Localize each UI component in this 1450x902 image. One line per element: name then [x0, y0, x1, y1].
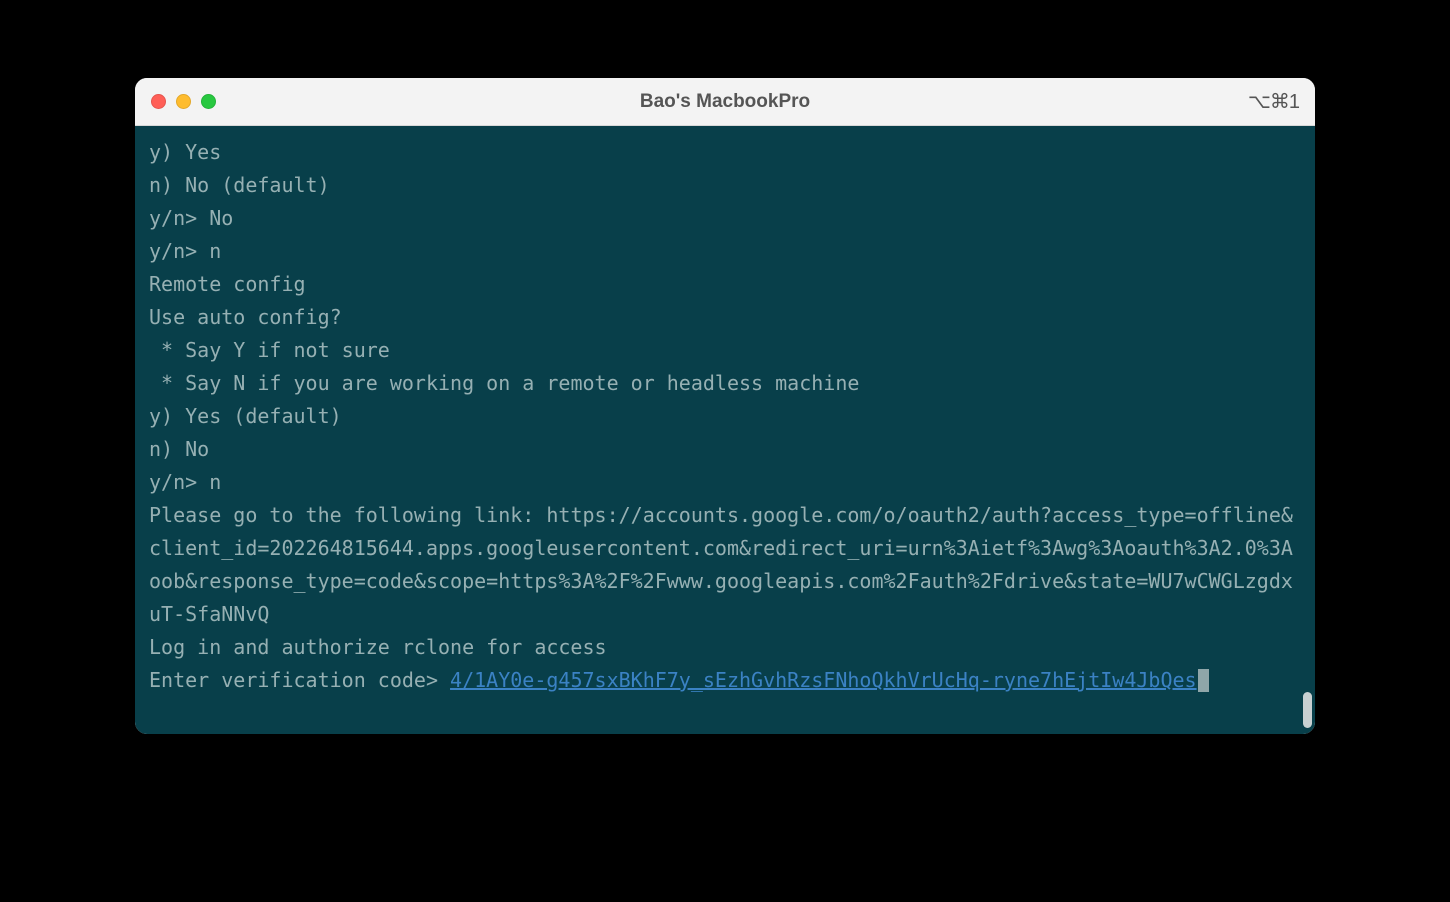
terminal-line: y/n> n — [149, 466, 1301, 499]
cursor — [1198, 669, 1209, 692]
verification-prompt-line: Enter verification code> 4/1AY0e-g457sxB… — [149, 664, 1301, 697]
traffic-lights — [151, 94, 216, 109]
window-title: Bao's MacbookPro — [640, 91, 810, 113]
terminal-line: Log in and authorize rclone for access — [149, 631, 1301, 664]
terminal-line: y/n> n — [149, 235, 1301, 268]
terminal-line: n) No (default) — [149, 169, 1301, 202]
close-button[interactable] — [151, 94, 166, 109]
maximize-button[interactable] — [201, 94, 216, 109]
scrollbar-thumb[interactable] — [1303, 692, 1312, 728]
verification-code-link[interactable]: 4/1AY0e-g457sxBKhF7y_sEzhGvhRzsFNhoQkhVr… — [450, 668, 1197, 692]
terminal-body[interactable]: y) Yes n) No (default) y/n> No y/n> n Re… — [135, 126, 1315, 734]
oauth-url-line: Please go to the following link: https:/… — [149, 499, 1301, 631]
terminal-line: * Say Y if not sure — [149, 334, 1301, 367]
terminal-line: y) Yes (default) — [149, 400, 1301, 433]
terminal-line: y) Yes — [149, 136, 1301, 169]
window-shortcut-indicator: ⌥⌘1 — [1248, 89, 1299, 114]
verification-prompt: Enter verification code> — [149, 668, 450, 692]
titlebar: Bao's MacbookPro ⌥⌘1 — [135, 78, 1315, 126]
minimize-button[interactable] — [176, 94, 191, 109]
terminal-window: Bao's MacbookPro ⌥⌘1 y) Yes n) No (defau… — [135, 78, 1315, 734]
oauth-prefix: Please go to the following link: — [149, 503, 546, 527]
terminal-line: y/n> No — [149, 202, 1301, 235]
terminal-line: * Say N if you are working on a remote o… — [149, 367, 1301, 400]
terminal-line: Use auto config? — [149, 301, 1301, 334]
terminal-line: Remote config — [149, 268, 1301, 301]
terminal-line: n) No — [149, 433, 1301, 466]
